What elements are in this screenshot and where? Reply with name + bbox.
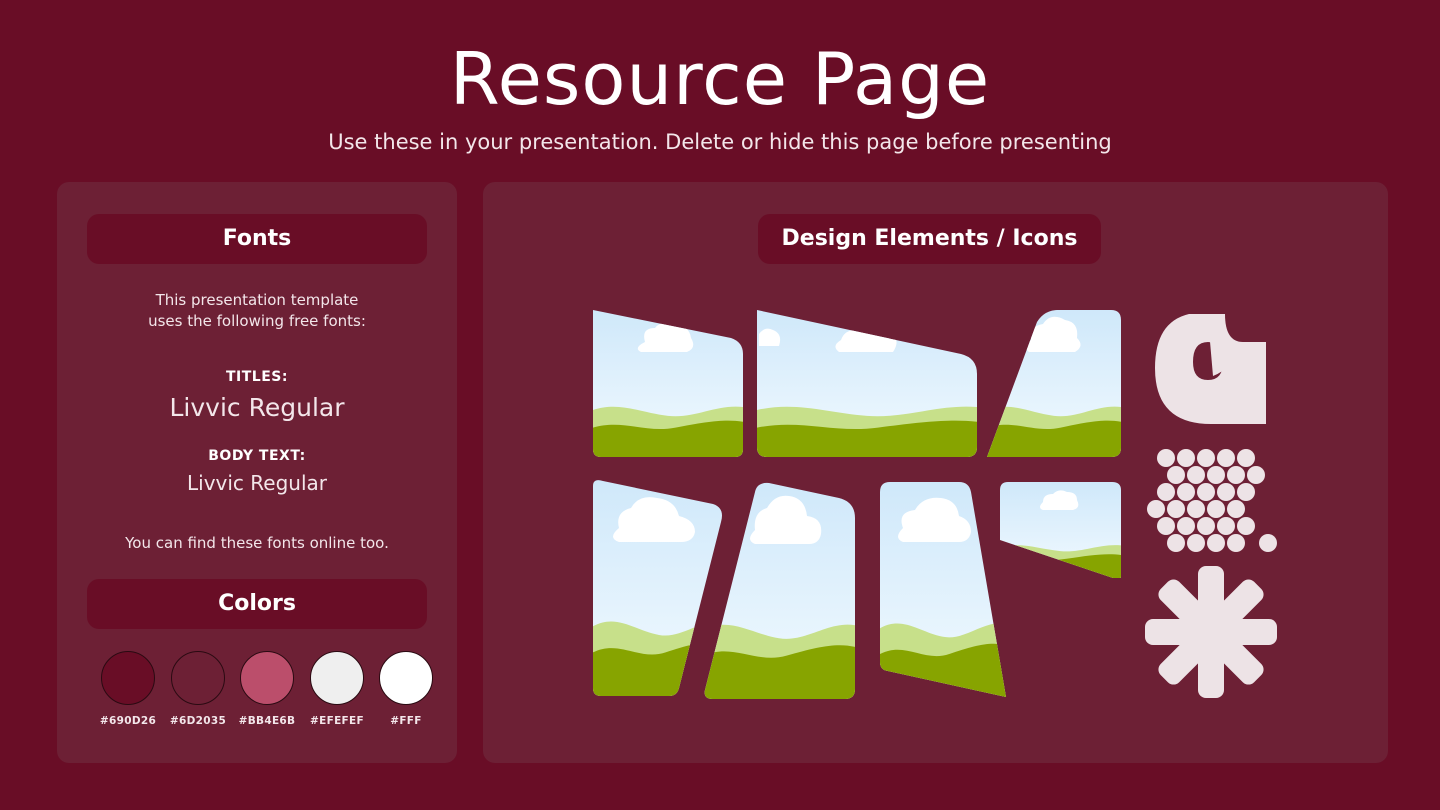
- color-swatch-code: #EFEFEF: [310, 715, 364, 727]
- c-shape-icon: [1155, 314, 1266, 424]
- color-swatch: #FFF: [371, 651, 441, 727]
- landscape-frame: [1000, 482, 1121, 578]
- color-swatch-circle: [171, 651, 225, 705]
- color-swatch: #BB4E6B: [232, 651, 302, 727]
- fonts-intro-line-1: This presentation template: [155, 291, 359, 309]
- asterisk-icon: [1145, 566, 1277, 698]
- titles-label: TITLES:: [226, 369, 288, 385]
- color-swatch-code: #BB4E6B: [238, 715, 296, 727]
- color-swatch: #690D26: [93, 651, 163, 727]
- color-swatch-code: #FFF: [390, 715, 422, 727]
- color-swatch: #EFEFEF: [302, 651, 372, 727]
- color-swatch-circle: [379, 651, 433, 705]
- color-swatch-circle: [101, 651, 155, 705]
- colors-heading: Colors: [87, 579, 427, 629]
- landscape-frame: [757, 310, 977, 457]
- color-swatch-code: #6D2035: [169, 715, 227, 727]
- design-elements-art: [593, 310, 1277, 699]
- fonts-colors-panel: Fonts This presentation template uses th…: [57, 182, 457, 763]
- body-font-name: Livvic Regular: [187, 471, 327, 495]
- fonts-heading: Fonts: [87, 214, 427, 264]
- fonts-intro: This presentation template uses the foll…: [57, 290, 457, 332]
- color-swatch: #6D2035: [163, 651, 233, 727]
- page-subtitle: Use these in your presentation. Delete o…: [328, 130, 1112, 154]
- wave-pattern-icon: [1147, 449, 1277, 552]
- titles-font-name: Livvic Regular: [169, 393, 345, 422]
- design-elements-panel: Design Elements / Icons: [483, 182, 1388, 763]
- color-swatches: #690D26 #6D2035 #BB4E6B #EFEFEF #FFF: [93, 651, 433, 741]
- landscape-frame: [593, 480, 722, 696]
- landscape-frame: [704, 482, 855, 699]
- color-swatch-circle: [240, 651, 294, 705]
- color-swatch-circle: [310, 651, 364, 705]
- landscape-frame: [593, 310, 743, 457]
- landscape-frame: [987, 310, 1121, 457]
- color-swatch-code: #690D26: [99, 715, 157, 727]
- body-text-label: BODY TEXT:: [208, 448, 306, 464]
- landscape-frame: [880, 482, 1006, 697]
- fonts-footnote: You can find these fonts online too.: [125, 534, 389, 552]
- fonts-intro-line-2: uses the following free fonts:: [148, 312, 366, 330]
- page-title: Resource Page: [449, 37, 991, 121]
